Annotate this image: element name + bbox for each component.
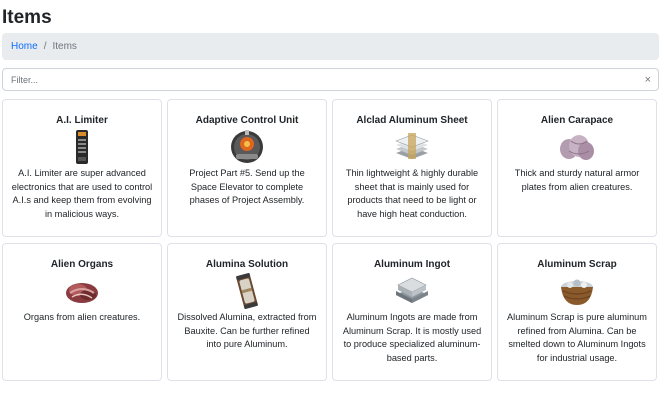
item-description: A.I. Limiter are super advanced electron…	[11, 168, 153, 219]
item-description: Aluminum Ingots are made from Aluminum S…	[342, 312, 482, 363]
breadcrumb-home-link[interactable]: Home	[11, 41, 38, 52]
breadcrumb-current: Items	[52, 41, 77, 52]
page-title: Items	[2, 7, 52, 28]
item-description: Organs from alien creatures.	[23, 312, 141, 322]
aluminum-ingot-icon	[396, 277, 428, 303]
item-card[interactable]: A.I. Limiter A.I. Limiter are super adva…	[2, 99, 162, 237]
item-title: Adaptive Control Unit	[195, 115, 299, 126]
breadcrumb-separator: /	[43, 41, 47, 52]
item-title: Aluminum Scrap	[537, 259, 617, 270]
item-title: Alumina Solution	[205, 259, 289, 270]
item-description: Project Part #5. Send up the Space Eleva…	[189, 168, 305, 205]
item-card[interactable]: Alien Carapace Thick and sturdy natural …	[497, 99, 657, 237]
alumina-solution-icon	[236, 273, 258, 309]
item-card[interactable]: Aluminum Scrap Aluminum Scrap is pure al…	[497, 243, 657, 381]
item-card[interactable]: Alumina Solution Dissolved Alumina, extr…	[167, 243, 327, 381]
alien-carapace-icon	[560, 135, 594, 160]
clear-filter-icon[interactable]: ×	[645, 73, 651, 87]
item-title: Alien Organs	[50, 259, 114, 270]
ai-limiter-icon	[76, 130, 88, 164]
breadcrumb: Home / Items	[2, 33, 659, 60]
aluminum-scrap-icon	[561, 279, 593, 305]
item-card[interactable]: Aluminum Ingot Aluminum Ingots are made …	[332, 243, 492, 381]
alien-organs-icon	[66, 283, 98, 303]
item-card[interactable]: Adaptive Control Unit Project Part #5. S…	[167, 99, 327, 237]
item-title: A.I. Limiter	[56, 115, 108, 126]
item-title: Alien Carapace	[540, 115, 614, 126]
item-card[interactable]: Alien Organs Organs from alien creatures…	[2, 243, 162, 381]
item-description: Dissolved Alumina, extracted from Bauxit…	[177, 312, 317, 349]
item-description: Aluminum Scrap is pure aluminum refined …	[507, 312, 647, 363]
alclad-aluminum-sheet-icon	[395, 133, 429, 159]
item-title: Aluminum Ingot	[373, 259, 451, 270]
filter-box: ×	[2, 68, 659, 91]
item-title: Alclad Aluminum Sheet	[356, 115, 468, 126]
item-description: Thin lightweight & highly durable sheet …	[345, 168, 479, 219]
adaptive-control-unit-icon	[231, 130, 263, 163]
filter-input[interactable]	[3, 69, 658, 90]
item-card[interactable]: Alclad Aluminum Sheet Thin lightweight &…	[332, 99, 492, 237]
items-grid: A.I. Limiter A.I. Limiter are super adva…	[2, 99, 659, 381]
item-description: Thick and sturdy natural armor plates fr…	[514, 168, 640, 192]
